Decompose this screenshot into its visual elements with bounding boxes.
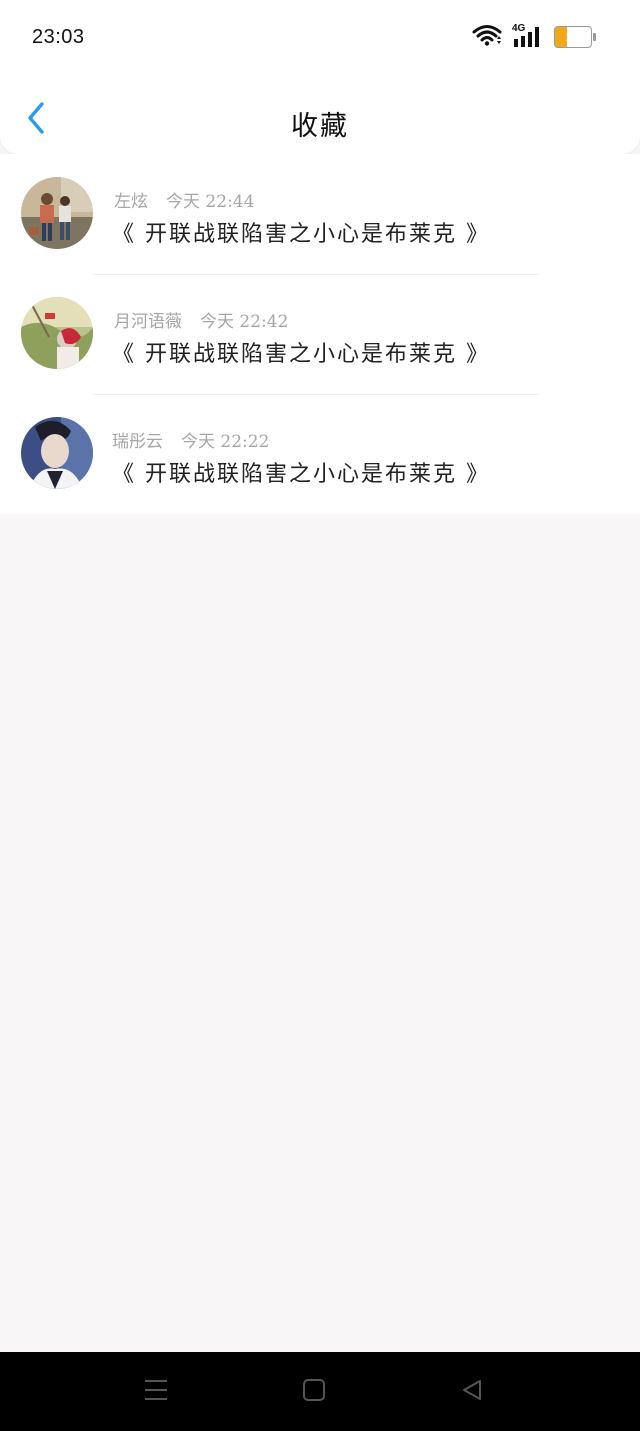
- status-time: 23:03: [32, 26, 85, 48]
- list-item[interactable]: 瑞彤云 今天 22:22 《 开联战联陷害之小心是布莱克 》: [0, 394, 640, 514]
- status-icons: 4G 32: [472, 23, 596, 50]
- battery-tip: [593, 33, 596, 41]
- item-title: 《 开联战联陷害之小心是布莱克 》: [112, 222, 490, 247]
- menu-icon: [143, 1378, 169, 1406]
- list-item[interactable]: 左炫 今天 22:44 《 开联战联陷害之小心是布莱克 》: [0, 154, 640, 274]
- avatar: [21, 177, 93, 249]
- home-icon: [302, 1378, 326, 1406]
- home-button[interactable]: [297, 1376, 331, 1408]
- battery-body: 32: [554, 26, 592, 48]
- item-meta: 瑞彤云 今天 22:22: [112, 427, 269, 452]
- list-item[interactable]: 月河语薇 今天 22:42 《 开联战联陷害之小心是布莱克 》: [0, 274, 640, 394]
- back-triangle-icon: [460, 1378, 484, 1406]
- avatar: [21, 417, 93, 489]
- avatar: [21, 297, 93, 369]
- timestamp: 今天 22:44: [166, 192, 255, 212]
- navigation-bar: [0, 1352, 640, 1431]
- battery-icon: 32: [554, 26, 596, 48]
- back-nav-button[interactable]: [455, 1376, 489, 1408]
- user-name: 月河语薇: [114, 312, 182, 332]
- timestamp: 今天 22:22: [181, 432, 270, 452]
- item-meta: 左炫 今天 22:44: [114, 187, 254, 212]
- item-meta: 月河语薇 今天 22:42: [114, 307, 288, 332]
- page-title: 收藏: [291, 111, 349, 142]
- top-bar: 23:03 4G 32 收藏: [0, 0, 640, 154]
- wifi-icon: [472, 24, 502, 50]
- signal-icon: 4G: [512, 23, 544, 49]
- battery-level: 32: [565, 29, 581, 45]
- timestamp: 今天 22:42: [200, 312, 289, 332]
- item-title: 《 开联战联陷害之小心是布莱克 》: [112, 342, 490, 367]
- favorites-list: 左炫 今天 22:44 《 开联战联陷害之小心是布莱克 》 月河语薇 今天 22…: [0, 154, 640, 514]
- item-title: 《 开联战联陷害之小心是布莱克 》: [112, 462, 490, 487]
- menu-button[interactable]: [139, 1376, 173, 1408]
- user-name: 左炫: [114, 192, 148, 212]
- user-name: 瑞彤云: [112, 432, 163, 452]
